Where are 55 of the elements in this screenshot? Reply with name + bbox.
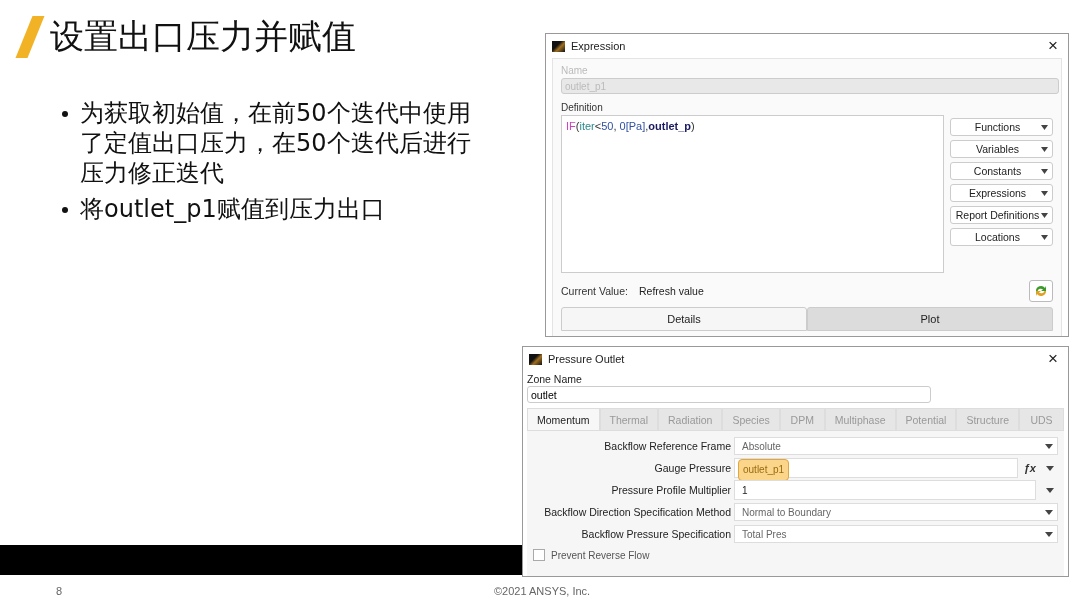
- page-number: 8: [56, 585, 63, 597]
- definition-editor[interactable]: IF(iter<50, 0[Pa],outlet_p): [561, 115, 944, 273]
- value-field[interactable]: 1: [734, 480, 1036, 500]
- dropdown-button[interactable]: Locations: [950, 228, 1053, 246]
- dropdown-button[interactable]: Constants: [950, 162, 1053, 180]
- checkbox[interactable]: [533, 549, 545, 561]
- field-label: Gauge Pressure: [653, 462, 731, 474]
- dropdown-button[interactable]: Report Definitions: [950, 206, 1053, 224]
- caret-icon: [1041, 169, 1048, 174]
- app-icon: [529, 353, 542, 365]
- close-button[interactable]: ×: [1044, 36, 1062, 56]
- current-value-text: Refresh value: [639, 285, 705, 297]
- caret-icon[interactable]: [1046, 487, 1054, 493]
- caret-icon: [1041, 235, 1048, 240]
- caret-icon[interactable]: [1045, 510, 1053, 515]
- caret-icon: [1041, 213, 1048, 218]
- caret-icon: [1041, 125, 1048, 130]
- refresh-button[interactable]: [1029, 280, 1053, 302]
- window-title: Expression: [571, 40, 627, 52]
- zone-name-label: Zone Name: [527, 373, 583, 385]
- caret-icon: [1041, 191, 1048, 196]
- dropdown-field[interactable]: Normal to Boundary: [734, 503, 1058, 521]
- field-label: Backflow Pressure Specification: [580, 528, 731, 540]
- caret-icon: [1041, 147, 1048, 152]
- close-button[interactable]: ×: [1044, 349, 1062, 369]
- dropdown-field[interactable]: Absolute: [734, 437, 1058, 455]
- field-label: Pressure Profile Multiplier: [610, 484, 731, 496]
- dropdown-button[interactable]: Variables: [950, 140, 1053, 158]
- copyright-text: ©2021 ANSYS, Inc.: [494, 585, 591, 597]
- dropdown-button[interactable]: Expressions: [950, 184, 1053, 202]
- window-title: Pressure Outlet: [548, 353, 626, 365]
- tab[interactable]: Momentum: [527, 408, 600, 431]
- dropdown-field[interactable]: Total Pres: [734, 525, 1058, 543]
- caret-icon[interactable]: [1046, 465, 1054, 471]
- checkbox-label: Prevent Reverse Flow: [551, 549, 650, 561]
- name-label: Name: [561, 65, 589, 76]
- app-icon: [552, 40, 565, 52]
- caret-icon[interactable]: [1045, 444, 1053, 449]
- value-field[interactable]: outlet_p1: [734, 458, 1018, 478]
- bullet-text: 将outlet_p1赋值到压力出口: [80, 194, 385, 224]
- slide-title: 设置出口压力并赋值: [50, 15, 356, 58]
- dropdown-button[interactable]: Functions: [950, 118, 1053, 136]
- tab[interactable]: Details: [561, 307, 807, 331]
- definition-label: Definition: [561, 102, 604, 113]
- function-button[interactable]: ƒx: [1023, 462, 1036, 474]
- tab[interactable]: Plot: [807, 307, 1053, 331]
- field-label: Backflow Reference Frame: [603, 440, 731, 452]
- bullet-text: 为获取初始值，在前50个迭代中使用了定值出口压力，在50个迭代后进行压力修正迭代: [80, 98, 472, 188]
- bullet-icon: [62, 111, 68, 117]
- caret-icon[interactable]: [1045, 532, 1053, 537]
- bullet-icon: [62, 207, 68, 213]
- zone-name-field[interactable]: outlet: [527, 386, 931, 403]
- refresh-icon: [1033, 283, 1049, 299]
- field-label: Backflow Direction Specification Method: [543, 506, 731, 518]
- current-value-label: Current Value:: [561, 285, 629, 297]
